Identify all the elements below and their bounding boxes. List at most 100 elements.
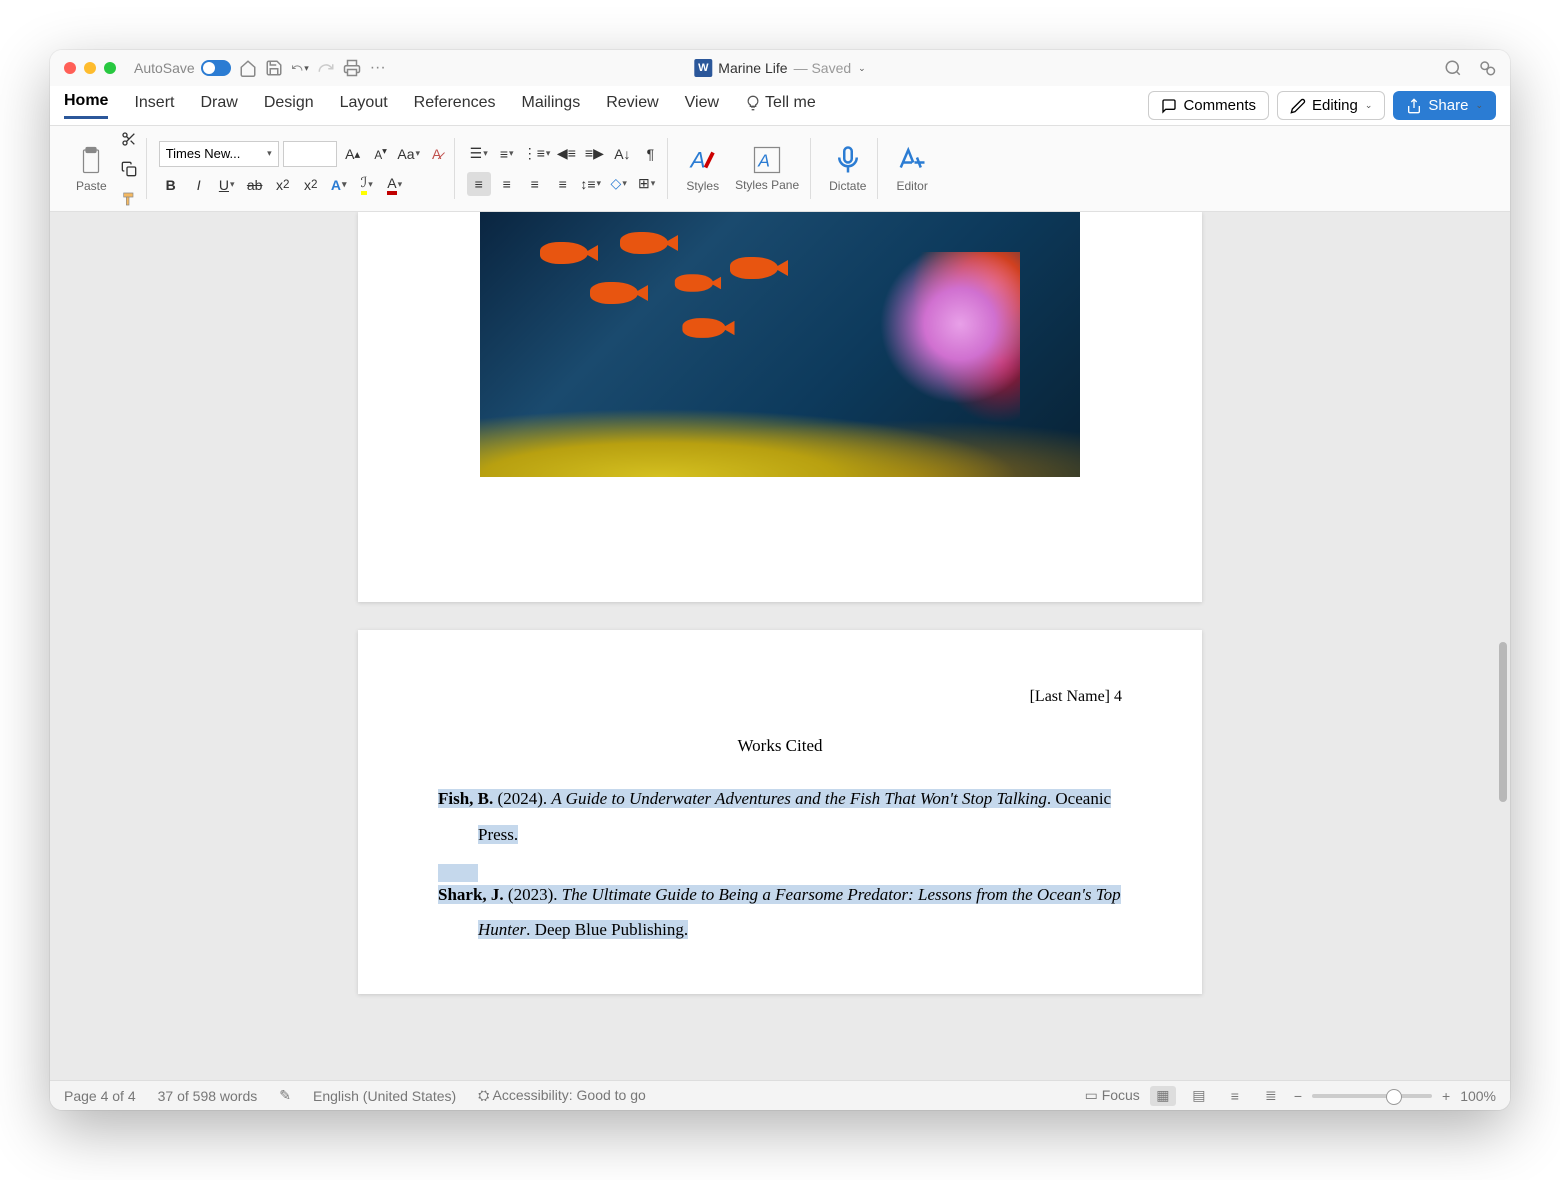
strikethrough-button[interactable]: ab bbox=[243, 173, 267, 197]
tab-review[interactable]: Review bbox=[606, 94, 658, 118]
print-icon[interactable] bbox=[343, 59, 361, 77]
tab-references[interactable]: References bbox=[414, 94, 496, 118]
scissors-icon bbox=[121, 131, 137, 147]
app-window: AutoSave ▾ ··· W Marine Life — Saved ⌄ H… bbox=[50, 50, 1510, 1110]
share-button[interactable]: Share ⌄ bbox=[1393, 91, 1496, 120]
fish-shape bbox=[620, 232, 668, 254]
align-center-button[interactable]: ≡ bbox=[495, 172, 519, 196]
zoom-slider[interactable] bbox=[1312, 1094, 1432, 1098]
brush-icon bbox=[121, 191, 137, 207]
italic-button[interactable]: I bbox=[187, 173, 211, 197]
comments-button[interactable]: Comments bbox=[1148, 91, 1269, 120]
svg-text:A: A bbox=[757, 150, 770, 170]
ribbon: Paste Times New...▾ A▴ A▾ Aa▾ A̷ bbox=[50, 126, 1510, 212]
subscript-button[interactable]: x2 bbox=[271, 173, 295, 197]
sort-button[interactable]: A↓ bbox=[610, 142, 634, 166]
page-header[interactable]: [Last Name] 4 bbox=[438, 680, 1122, 714]
numbering-button[interactable]: ≡▾ bbox=[495, 142, 519, 166]
increase-indent-button[interactable]: ≡▶ bbox=[582, 142, 606, 166]
minimize-window-button[interactable] bbox=[84, 62, 96, 74]
account-icon[interactable] bbox=[1478, 59, 1496, 77]
home-icon[interactable] bbox=[239, 59, 257, 77]
maximize-window-button[interactable] bbox=[104, 62, 116, 74]
tab-home[interactable]: Home bbox=[64, 92, 108, 119]
language-indicator[interactable]: English (United States) bbox=[313, 1088, 456, 1104]
fish-shape bbox=[682, 318, 725, 338]
styles-button[interactable]: A Styles bbox=[680, 145, 725, 193]
font-color-button[interactable]: A▾ bbox=[383, 173, 407, 197]
show-marks-button[interactable]: ¶ bbox=[638, 142, 662, 166]
line-spacing-button[interactable]: ↕≡▾ bbox=[579, 172, 603, 196]
ribbon-tabs: Home Insert Draw Design Layout Reference… bbox=[50, 86, 1510, 126]
tab-design[interactable]: Design bbox=[264, 94, 314, 118]
document-title[interactable]: W Marine Life — Saved ⌄ bbox=[694, 59, 865, 77]
tab-view[interactable]: View bbox=[685, 94, 719, 118]
accessibility-indicator[interactable]: ⛭ Accessibility: Good to go bbox=[478, 1087, 646, 1104]
clipboard-icon bbox=[76, 145, 106, 175]
font-selector[interactable]: Times New...▾ bbox=[159, 141, 279, 167]
print-layout-view-button[interactable]: ▦ bbox=[1150, 1086, 1176, 1106]
scrollbar-thumb[interactable] bbox=[1499, 642, 1507, 802]
align-right-button[interactable]: ≡ bbox=[523, 172, 547, 196]
fish-shape bbox=[675, 274, 713, 292]
web-layout-view-button[interactable]: ▤ bbox=[1186, 1086, 1212, 1106]
zoom-in-button[interactable]: + bbox=[1442, 1088, 1450, 1104]
save-icon[interactable] bbox=[265, 59, 283, 77]
editor-button[interactable]: Editor bbox=[890, 145, 933, 193]
increase-font-button[interactable]: A▴ bbox=[341, 142, 365, 166]
shading-button[interactable]: ◇▾ bbox=[607, 172, 631, 196]
tab-draw[interactable]: Draw bbox=[200, 94, 237, 118]
superscript-button[interactable]: x2 bbox=[299, 173, 323, 197]
format-painter-button[interactable] bbox=[117, 187, 141, 211]
zoom-out-button[interactable]: − bbox=[1294, 1088, 1302, 1104]
tab-tellme[interactable]: Tell me bbox=[745, 94, 816, 118]
word-count[interactable]: 37 of 598 words bbox=[158, 1088, 258, 1104]
close-window-button[interactable] bbox=[64, 62, 76, 74]
undo-icon[interactable]: ▾ bbox=[291, 59, 309, 77]
multilevel-list-button[interactable]: ⋮≡▾ bbox=[523, 142, 551, 166]
citation-1[interactable]: Fish, B. (2024). A Guide to Underwater A… bbox=[438, 781, 1122, 852]
draft-view-button[interactable]: ≣ bbox=[1258, 1086, 1284, 1106]
outline-view-button[interactable]: ≡ bbox=[1222, 1086, 1248, 1106]
zoom-level[interactable]: 100% bbox=[1460, 1088, 1496, 1104]
autosave-control[interactable]: AutoSave bbox=[134, 60, 231, 76]
justify-button[interactable]: ≡ bbox=[551, 172, 575, 196]
page-4: [Last Name] 4 Works Cited Fish, B. (2024… bbox=[358, 630, 1202, 994]
bold-button[interactable]: B bbox=[159, 173, 183, 197]
coral-reef-image[interactable] bbox=[480, 212, 1080, 477]
decrease-font-button[interactable]: A▾ bbox=[369, 142, 393, 166]
autosave-toggle[interactable] bbox=[201, 60, 231, 76]
autosave-label: AutoSave bbox=[134, 60, 195, 76]
tab-insert[interactable]: Insert bbox=[134, 94, 174, 118]
dictate-button[interactable]: Dictate bbox=[823, 145, 872, 193]
text-effects-button[interactable]: A▾ bbox=[327, 173, 351, 197]
bullets-button[interactable]: ☰▾ bbox=[467, 142, 491, 166]
search-icon[interactable] bbox=[1444, 59, 1462, 77]
works-cited-heading[interactable]: Works Cited bbox=[438, 728, 1122, 764]
editing-button[interactable]: Editing ⌄ bbox=[1277, 91, 1385, 120]
focus-mode-button[interactable]: ▭ Focus bbox=[1085, 1087, 1140, 1104]
spellcheck-icon[interactable]: ✎ bbox=[279, 1087, 291, 1104]
highlight-button[interactable]: ℐ▾ bbox=[355, 173, 379, 197]
chevron-down-icon: ⌄ bbox=[1365, 100, 1373, 111]
document-area[interactable]: [Last Name] 4 Works Cited Fish, B. (2024… bbox=[50, 212, 1510, 1080]
align-left-button[interactable]: ≡ bbox=[467, 172, 491, 196]
citation-2[interactable]: Shark, J. (2023). The Ultimate Guide to … bbox=[438, 877, 1122, 948]
cut-button[interactable] bbox=[117, 127, 141, 151]
clear-formatting-button[interactable]: A̷ bbox=[425, 142, 449, 166]
font-size-selector[interactable] bbox=[283, 141, 337, 167]
copy-button[interactable] bbox=[117, 157, 141, 181]
underline-button[interactable]: U▾ bbox=[215, 173, 239, 197]
redo-icon[interactable] bbox=[317, 59, 335, 77]
decrease-indent-button[interactable]: ◀≡ bbox=[554, 142, 578, 166]
tab-layout[interactable]: Layout bbox=[340, 94, 388, 118]
paste-button[interactable]: Paste bbox=[70, 145, 113, 193]
styles-pane-button[interactable]: A Styles Pane bbox=[729, 145, 805, 192]
lightbulb-icon bbox=[745, 95, 761, 111]
change-case-button[interactable]: Aa▾ bbox=[397, 142, 421, 166]
tab-mailings[interactable]: Mailings bbox=[522, 94, 581, 118]
fish-shape bbox=[730, 257, 778, 279]
page-indicator[interactable]: Page 4 of 4 bbox=[64, 1088, 136, 1104]
borders-button[interactable]: ⊞▾ bbox=[635, 172, 659, 196]
more-icon[interactable]: ··· bbox=[369, 59, 387, 77]
